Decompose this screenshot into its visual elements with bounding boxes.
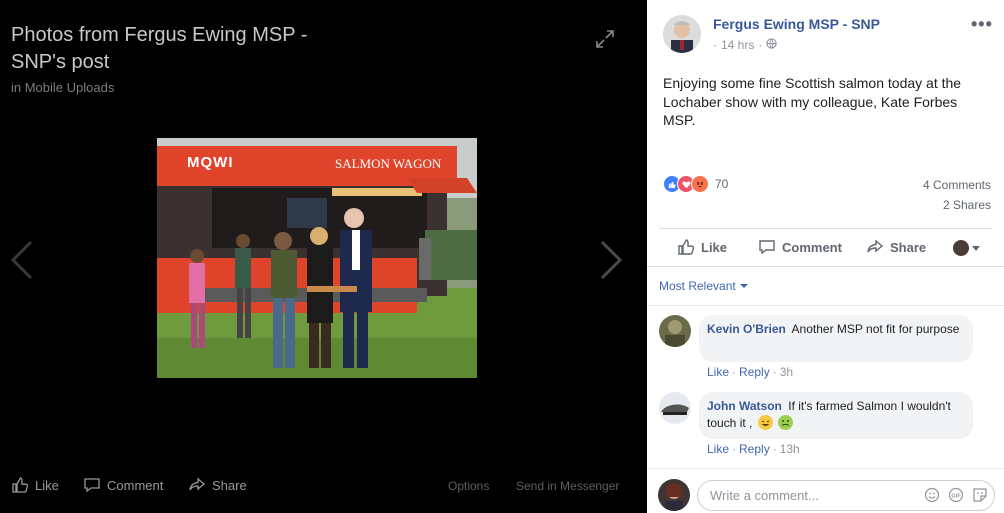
post-meta: · 14 hrs · [713,38,778,52]
more-icon[interactable]: ••• [971,14,993,35]
reactions-summary[interactable]: 70 [663,175,728,193]
sticker-icon[interactable] [972,487,988,503]
comment-actions: Like · Reply · 3h [707,365,793,379]
options-link[interactable]: Options [448,479,489,493]
comment-like-link[interactable]: Like [707,365,729,379]
photo-viewer: Photos from Fergus Ewing MSP - SNP's pos… [0,0,647,513]
viewer-comment-label: Comment [107,477,164,493]
comment-label: Comment [782,239,842,255]
meta-dot: · [713,38,717,52]
chevron-down-icon [739,284,748,288]
comment-time[interactable]: 13h [780,442,800,456]
comment-bubble: Kevin O'Brien Another MSP not fit for pu… [699,315,973,362]
comment-bubble: John Watson If it's farmed Salmon I woul… [699,392,973,439]
sort-label: Most Relevant [659,279,736,293]
post-time[interactable]: 14 hrs [721,38,754,52]
viewer-comment-button[interactable]: Comment [83,476,163,494]
share-icon [867,239,884,253]
post-photo[interactable]: MQWI SALMON WAGON [157,138,477,378]
share-icon [189,477,206,491]
comment-button[interactable]: Comment [758,238,842,256]
user-avatar [953,240,969,256]
send-in-messenger-link[interactable]: Send in Messenger [516,479,619,493]
chevron-down-icon [972,245,980,251]
divider [647,266,1004,267]
gif-icon[interactable]: GIF [948,487,964,503]
post-as-selector[interactable] [953,240,980,256]
angry-reaction-icon [691,175,709,193]
viewer-title: Photos from Fergus Ewing MSP - SNP's pos… [11,24,308,73]
commenter-name[interactable]: John Watson [707,399,782,413]
viewer-share-button[interactable]: Share [188,476,247,494]
comment-reply-link[interactable]: Reply [739,442,770,456]
comment-actions: Like · Reply · 13h [707,442,800,456]
viewer-like-button[interactable]: Like [11,476,59,494]
meta-dot-2: · [758,38,763,52]
post-text: Enjoying some fine Scottish salmon today… [663,75,962,128]
viewer-like-label: Like [35,477,59,493]
current-user-avatar [658,479,690,511]
comments-count[interactable]: 4 Comments [923,178,991,192]
comment-composer: Write a comment... GIF [647,468,1004,513]
reaction-count: 70 [715,177,729,191]
comment-text: Another MSP not fit for purpose [791,322,960,336]
share-label: Share [890,239,927,255]
post-author[interactable]: Fergus Ewing MSP - SNP [713,16,880,32]
commenter-name[interactable]: Kevin O'Brien [707,322,786,336]
divider [647,305,1004,306]
share-button[interactable]: Share [866,238,926,256]
previous-photo-icon[interactable] [9,240,35,280]
comment-icon [84,478,100,493]
viewer-action-bar: Like Comment Share Options Send in Messe… [0,470,647,502]
thumbs-up-icon [678,239,695,255]
photo-sign-brand: MQWI [187,154,234,171]
shares-count[interactable]: 2 Shares [943,198,991,212]
separator-dot: · [732,365,737,379]
emoji-picker-icon[interactable] [924,487,940,503]
comment-like-link[interactable]: Like [707,442,729,456]
grinning-emoji-icon [757,415,773,430]
globe-icon [766,38,778,52]
commenter-avatar[interactable] [659,392,691,424]
nauseated-emoji-icon [778,415,794,430]
separator-dot: · [772,365,777,379]
like-label: Like [701,239,728,255]
thumbs-up-icon [12,477,29,493]
comment-icon [759,240,775,255]
post-panel: Fergus Ewing MSP - SNP · 14 hrs · ••• En… [647,0,1004,513]
viewer-share-label: Share [212,477,247,493]
like-button[interactable]: Like [677,238,727,256]
separator-dot: · [772,442,777,456]
album-link[interactable]: in Mobile Uploads [11,80,114,95]
expand-icon[interactable] [594,28,616,50]
commenter-avatar[interactable] [659,315,691,347]
comment-input-placeholder: Write a comment... [710,488,819,503]
separator-dot: · [732,442,737,456]
photo-sign-text: SALMON WAGON [335,156,442,171]
divider [659,228,992,229]
author-avatar[interactable] [663,15,701,53]
svg-text:GIF: GIF [951,493,961,499]
post-action-bar: Like Comment Share [647,230,1004,264]
composer-tools: GIF [924,487,988,503]
comment-reply-link[interactable]: Reply [739,365,770,379]
next-photo-icon[interactable] [598,240,624,280]
comment-sort-dropdown[interactable]: Most Relevant [659,279,748,293]
comment-time[interactable]: 3h [780,365,793,379]
